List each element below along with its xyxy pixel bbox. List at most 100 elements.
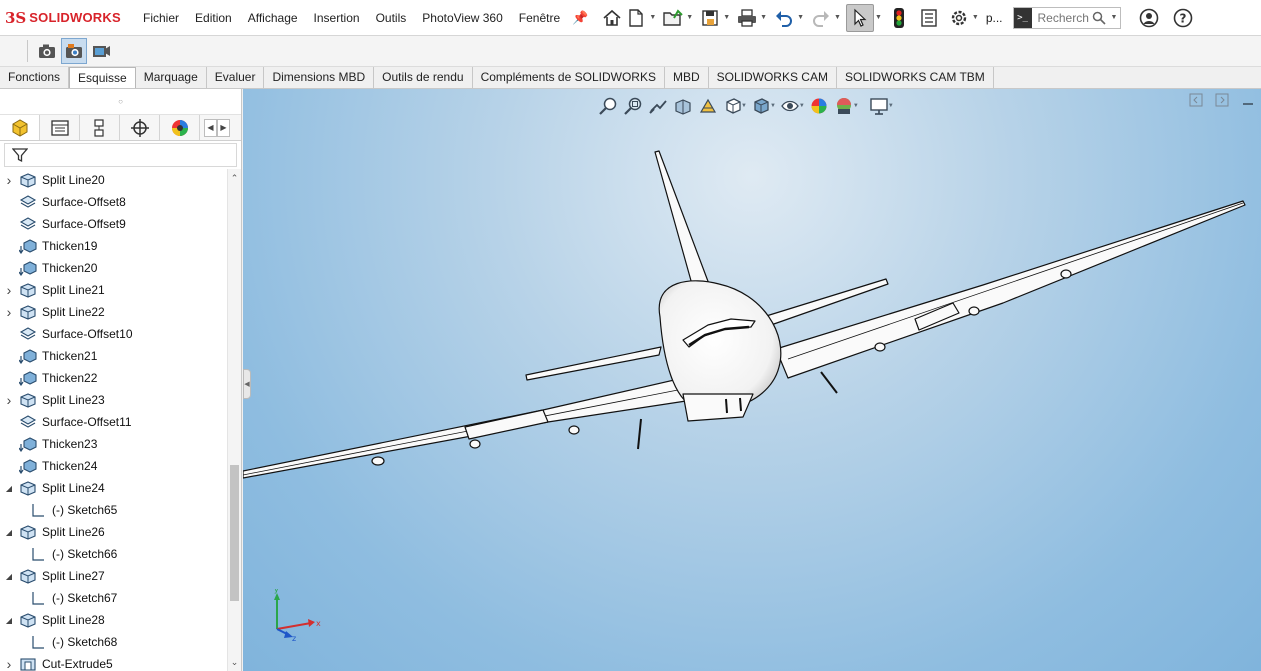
filter-icon[interactable] <box>12 147 28 163</box>
solidworks-logo[interactable]: 3S SOLIDWORKS <box>0 0 135 36</box>
tab-solidworks-cam[interactable]: SOLIDWORKS CAM <box>708 67 837 88</box>
display-style-dropdown-icon[interactable]: ▼ <box>770 103 776 109</box>
search-box[interactable]: >_ ▼ <box>1012 6 1121 29</box>
render-camera-icon[interactable] <box>61 38 87 64</box>
print-dropdown-icon[interactable]: ▼ <box>760 14 767 21</box>
collapse-arrow-icon[interactable]: ◢ <box>0 528 18 537</box>
edit-appearance-icon[interactable] <box>807 95 832 117</box>
new-dropdown-icon[interactable]: ▼ <box>649 14 656 21</box>
expand-arrow-icon[interactable]: › <box>0 392 18 408</box>
tree-item[interactable]: Surface-Offset8 <box>0 191 226 213</box>
tab-dimensions-mbd[interactable]: Dimensions MBD <box>264 67 375 88</box>
new-document-icon[interactable] <box>624 6 648 30</box>
menu-item[interactable]: Fichier <box>135 0 187 36</box>
tree-item[interactable]: › Split Line23 <box>0 389 226 411</box>
apply-scene-dropdown-icon[interactable]: ▼ <box>853 103 859 109</box>
feature-manager-tab[interactable] <box>0 115 40 140</box>
tree-scrollbar[interactable]: ⌃ ⌄ <box>227 169 241 671</box>
redo-dropdown-icon[interactable]: ▼ <box>834 14 841 21</box>
open-icon[interactable] <box>661 6 685 30</box>
view-settings-dropdown-icon[interactable]: ▼ <box>888 103 894 109</box>
menu-item[interactable]: Edition <box>187 0 240 36</box>
expand-arrow-icon[interactable]: › <box>0 304 18 320</box>
tree-item[interactable]: Surface-Offset10 <box>0 323 226 345</box>
save-dropdown-icon[interactable]: ▼ <box>723 14 730 21</box>
tab-esquisse[interactable]: Esquisse <box>69 67 136 88</box>
tree-filter[interactable] <box>4 143 237 167</box>
expand-arrow-icon[interactable]: › <box>0 656 18 671</box>
camera-icon[interactable] <box>34 38 60 64</box>
tab-marquage[interactable]: Marquage <box>135 67 207 88</box>
tree-item[interactable]: ◢ Split Line26 <box>0 521 226 543</box>
view-orientation-dropdown-icon[interactable]: ▼ <box>741 103 747 109</box>
manager-tabs-left-arrow[interactable]: ◀ <box>204 118 217 137</box>
tab-evaluer[interactable]: Evaluer <box>206 67 265 88</box>
rebuild-icon[interactable] <box>887 6 911 30</box>
tree-item[interactable]: Thicken22 <box>0 367 226 389</box>
minimize-viewport-icon[interactable] <box>1235 89 1261 111</box>
tree-item[interactable]: › Cut-Extrude5 <box>0 653 226 671</box>
restore-panel-icon[interactable] <box>1183 89 1209 111</box>
options-dropdown-icon[interactable]: ▼ <box>972 14 979 21</box>
previous-view-icon[interactable] <box>645 95 670 117</box>
undo-dropdown-icon[interactable]: ▼ <box>797 14 804 21</box>
user-account-icon[interactable] <box>1137 6 1161 30</box>
manager-tabs-right-arrow[interactable]: ▶ <box>217 118 230 137</box>
expand-arrow-icon[interactable]: › <box>0 282 18 298</box>
tab-solidworks-cam-tbm[interactable]: SOLIDWORKS CAM TBM <box>836 67 994 88</box>
search-dropdown-icon[interactable]: ▼ <box>1111 14 1118 21</box>
menu-item[interactable]: Insertion <box>306 0 368 36</box>
tree-item[interactable]: Surface-Offset9 <box>0 213 226 235</box>
collapse-arrow-icon[interactable]: ◢ <box>0 484 18 493</box>
tree-item[interactable]: Thicken21 <box>0 345 226 367</box>
options-icon[interactable] <box>947 6 971 30</box>
aircraft-model[interactable] <box>243 89 1261 671</box>
tree-item[interactable]: ◢ Split Line28 <box>0 609 226 631</box>
tab-outils-de-rendu[interactable]: Outils de rendu <box>374 67 473 88</box>
dynamic-annotation-icon[interactable] <box>695 95 720 117</box>
tree-child-item[interactable]: (-) Sketch66 <box>0 543 226 565</box>
menu-item[interactable]: Affichage <box>240 0 306 36</box>
scroll-down-icon[interactable]: ⌄ <box>228 655 241 669</box>
expand-arrow-icon[interactable]: › <box>0 172 18 188</box>
display-manager-tab[interactable] <box>160 115 200 140</box>
property-manager-tab[interactable] <box>40 115 80 140</box>
save-icon[interactable] <box>698 6 722 30</box>
menu-item[interactable]: Outils <box>368 0 415 36</box>
menu-item[interactable]: PhotoView 360 <box>414 0 511 36</box>
tree-item[interactable]: ◢ Split Line27 <box>0 565 226 587</box>
task-pane-icon[interactable] <box>1209 89 1235 111</box>
pin-icon[interactable]: 📌 <box>572 10 588 26</box>
tree-item[interactable]: Thicken23 <box>0 433 226 455</box>
redo-icon[interactable] <box>809 6 833 30</box>
file-properties-icon[interactable] <box>917 6 941 30</box>
collapse-arrow-icon[interactable]: ◢ <box>0 616 18 625</box>
tab-mbd[interactable]: MBD <box>664 67 709 88</box>
tab-compl-ments-de-solidworks[interactable]: Compléments de SOLIDWORKS <box>472 67 665 88</box>
panel-grip[interactable]: ○ <box>0 89 241 115</box>
dimxpert-manager-tab[interactable] <box>120 115 160 140</box>
tab-fonctions[interactable]: Fonctions <box>0 67 70 88</box>
magnifier-icon[interactable] <box>1092 11 1106 25</box>
zoom-to-area-icon[interactable] <box>620 95 645 117</box>
collapse-arrow-icon[interactable]: ◢ <box>0 572 18 581</box>
select-dropdown-icon[interactable]: ▼ <box>875 14 882 21</box>
scroll-thumb[interactable] <box>230 465 239 601</box>
tree-child-item[interactable]: (-) Sketch65 <box>0 499 226 521</box>
tree-item[interactable]: Thicken24 <box>0 455 226 477</box>
tree-item[interactable]: ◢ Split Line24 <box>0 477 226 499</box>
configuration-manager-tab[interactable] <box>80 115 120 140</box>
print-icon[interactable] <box>735 6 759 30</box>
toolbar-truncated-label[interactable]: p... <box>986 11 1003 25</box>
hide-show-dropdown-icon[interactable]: ▼ <box>799 103 805 109</box>
home-icon[interactable] <box>600 6 624 30</box>
menu-item[interactable]: Fenêtre <box>511 0 568 36</box>
tree-item[interactable]: › Split Line20 <box>0 169 226 191</box>
tree-item[interactable]: Surface-Offset11 <box>0 411 226 433</box>
open-dropdown-icon[interactable]: ▼ <box>686 14 693 21</box>
graphics-area[interactable]: ◀ ▼ ▼ ▼ ▼ ▼ y x z <box>243 89 1261 671</box>
select-icon[interactable] <box>845 3 874 32</box>
tree-child-item[interactable]: (-) Sketch68 <box>0 631 226 653</box>
scroll-up-icon[interactable]: ⌃ <box>228 171 241 185</box>
zoom-to-fit-icon[interactable] <box>595 95 620 117</box>
